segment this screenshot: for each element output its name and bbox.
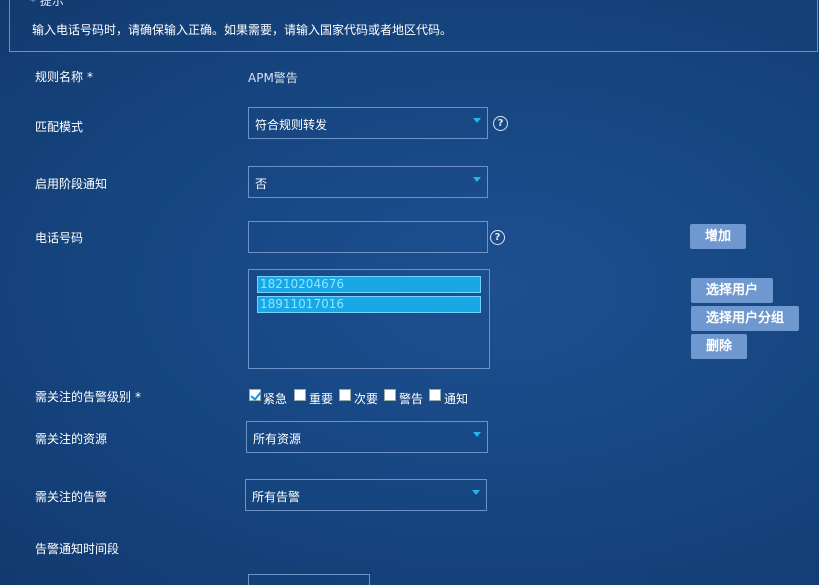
checkbox-label-notice: 通知 [444, 392, 469, 406]
resource-label: 需关注的资源 [35, 432, 108, 446]
checkbox-label-minor: 次要 [354, 392, 379, 406]
checkbox-notice[interactable] [429, 389, 441, 401]
select-user-button[interactable]: 选择用户 [691, 278, 773, 303]
select-user-group-button[interactable]: 选择用户分组 [691, 306, 799, 331]
resource-select[interactable]: 所有资源 [246, 421, 488, 453]
resource-value: 所有资源 [253, 432, 302, 446]
required-mark: * [87, 70, 94, 84]
alarm-select[interactable]: 所有告警 [245, 479, 487, 511]
match-mode-select[interactable]: 符合规则转发 [248, 107, 488, 139]
add-button[interactable]: 增加 [690, 224, 746, 249]
tip-title: * 提示 [30, 0, 64, 8]
tip-text: 输入电话号码时，请确保输入正确。如果需要，请输入国家代码或者地区代码。 [32, 23, 453, 37]
match-mode-value: 符合规则转发 [255, 118, 328, 132]
phone-listbox[interactable]: 18210204676 18911017016 [248, 269, 490, 369]
checkbox-urgent[interactable] [249, 389, 261, 401]
checkbox-label-urgent: 紧急 [263, 392, 288, 406]
stage-notify-label: 启用阶段通知 [35, 177, 108, 191]
list-item[interactable]: 18210204676 [257, 276, 481, 293]
checkbox-warning[interactable] [384, 389, 396, 401]
required-mark: * [135, 390, 142, 404]
chevron-down-icon [472, 490, 480, 495]
delete-button[interactable]: 删除 [691, 334, 747, 359]
time-period-select[interactable] [248, 574, 370, 585]
rule-name-value: APM警告 [248, 71, 298, 85]
chevron-down-icon [473, 177, 481, 182]
help-icon[interactable]: ? [493, 116, 508, 131]
chevron-down-icon [473, 118, 481, 123]
help-icon[interactable]: ? [490, 230, 505, 245]
list-item[interactable]: 18911017016 [257, 296, 481, 313]
match-mode-label: 匹配模式 [35, 120, 84, 134]
stage-notify-value: 否 [255, 177, 268, 191]
checkbox-minor[interactable] [339, 389, 351, 401]
phone-input[interactable] [248, 221, 488, 253]
alarm-value: 所有告警 [252, 490, 301, 504]
time-period-label: 告警通知时间段 [35, 542, 120, 556]
checkbox-major[interactable] [294, 389, 306, 401]
phone-label: 电话号码 [35, 231, 84, 245]
rule-name-label: 规则名称 * [35, 70, 94, 84]
checkbox-label-major: 重要 [309, 392, 334, 406]
checkbox-label-warning: 警告 [399, 392, 424, 406]
stage-notify-select[interactable]: 否 [248, 166, 488, 198]
chevron-down-icon [473, 432, 481, 437]
severity-label: 需关注的告警级别 * [35, 390, 142, 404]
alarm-label: 需关注的告警 [35, 490, 108, 504]
